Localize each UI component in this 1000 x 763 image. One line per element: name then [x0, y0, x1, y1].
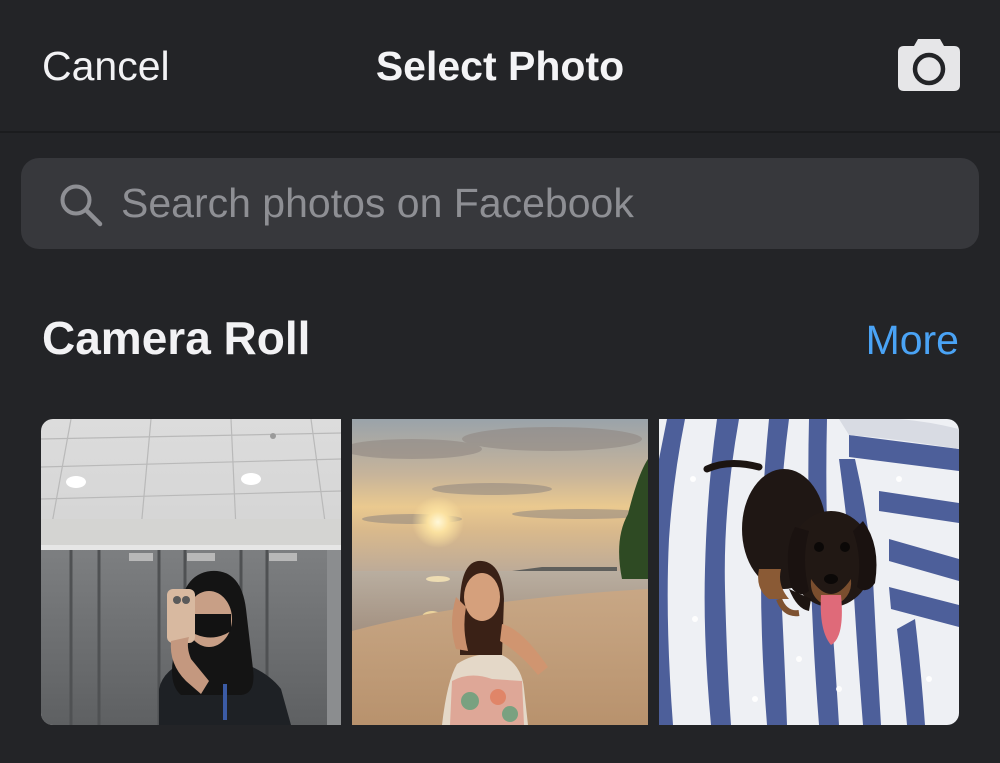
dog-photo-image — [659, 419, 959, 725]
camera-roll-heading: Camera Roll — [42, 312, 311, 364]
camera-button[interactable] — [894, 33, 964, 95]
cancel-button[interactable]: Cancel — [42, 40, 170, 92]
search-input[interactable] — [117, 158, 961, 249]
select-photo-screen: Cancel Select Photo Camera Roll More — [0, 0, 1000, 763]
beach-photo-image — [352, 419, 648, 725]
photo-thumbnail-selfie[interactable] — [41, 419, 341, 725]
search-bar — [21, 158, 979, 249]
more-link[interactable]: More — [866, 314, 959, 366]
photo-thumbnail-dog[interactable] — [659, 419, 959, 725]
photo-thumbnail-beach[interactable] — [352, 419, 648, 725]
selfie-photo-image — [41, 419, 341, 725]
camera-icon — [898, 39, 960, 91]
search-icon — [60, 184, 103, 227]
navigation-bar: Cancel Select Photo — [0, 0, 1000, 133]
